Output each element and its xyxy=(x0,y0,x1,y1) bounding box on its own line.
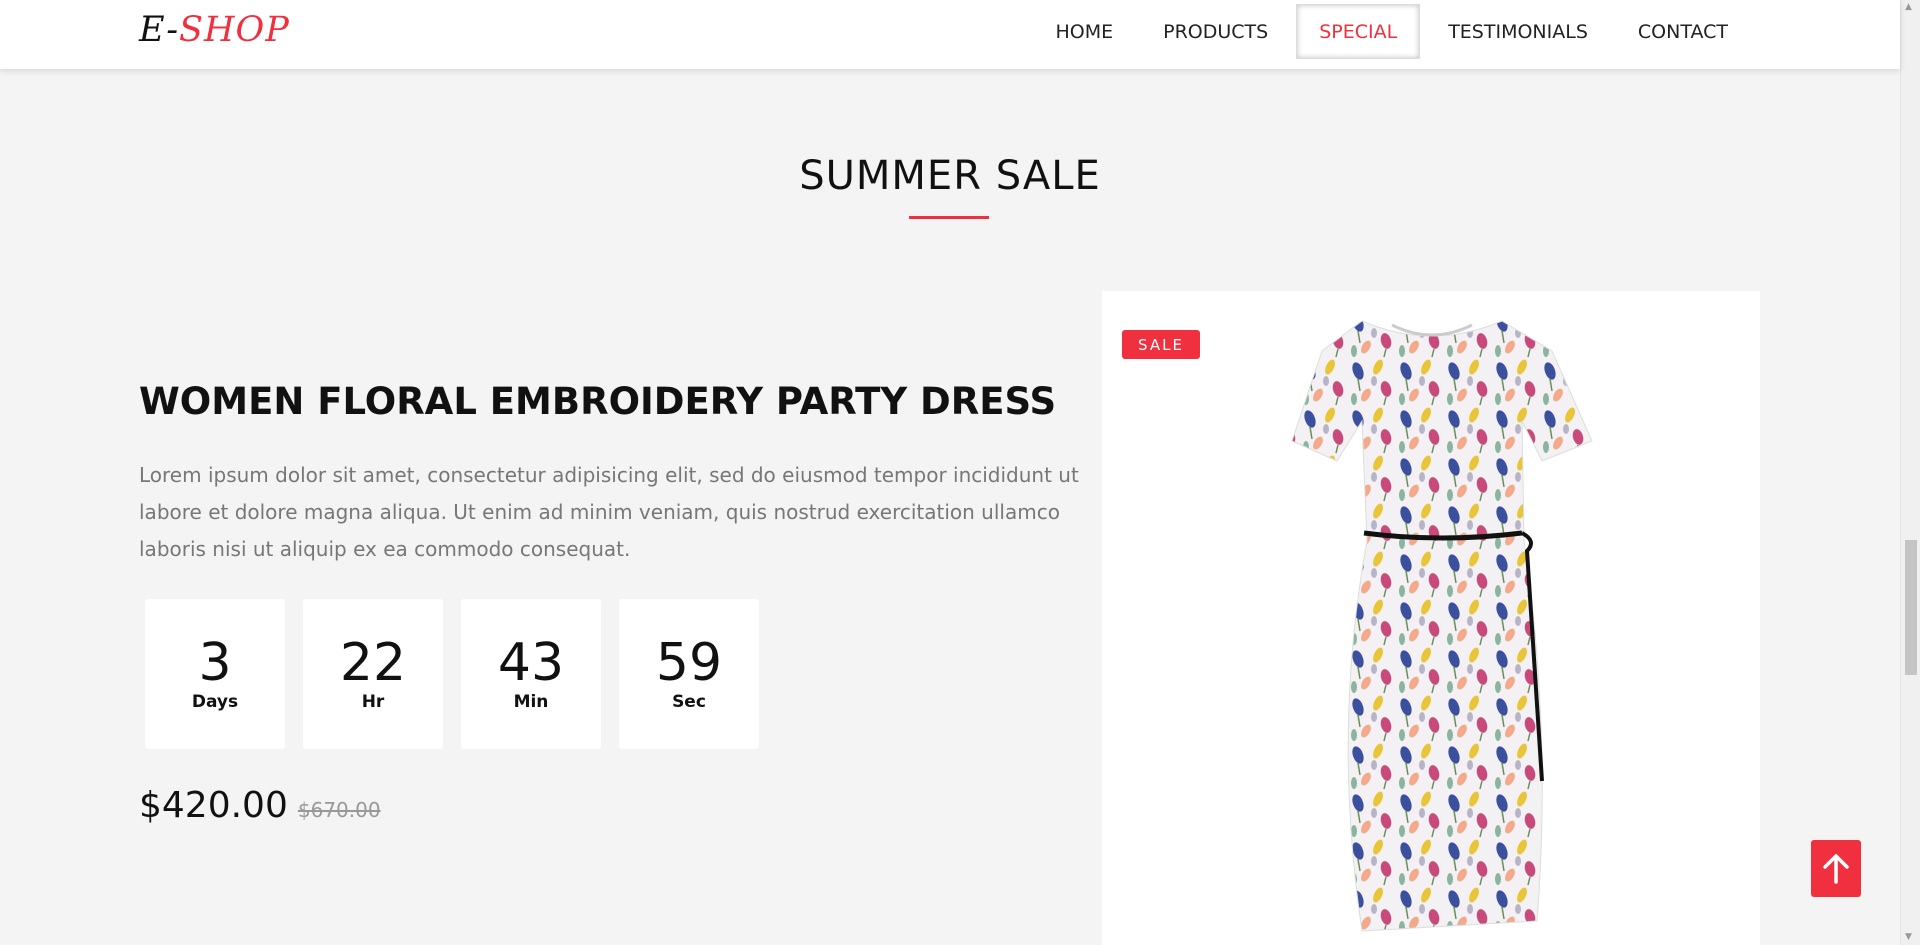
countdown-unit: Hr xyxy=(361,692,385,712)
current-price: $420.00 xyxy=(139,785,288,826)
sale-badge: SALE xyxy=(1122,330,1200,359)
arrow-up-icon xyxy=(1823,853,1849,884)
nav-special[interactable]: SPECIAL xyxy=(1296,4,1421,59)
title-underline xyxy=(909,216,989,219)
page-scrollbar[interactable]: ▲ ▼ xyxy=(1900,0,1920,945)
countdown-value: 59 xyxy=(655,633,723,693)
countdown-hours: 22 Hr xyxy=(303,599,443,749)
countdown-unit: Days xyxy=(191,692,239,712)
countdown-timer: 3 Days 22 Hr 43 Min 59 Sec xyxy=(145,599,759,749)
old-price: $670.00 xyxy=(297,798,381,822)
countdown-seconds: 59 Sec xyxy=(619,599,759,749)
nav-products[interactable]: PRODUCTS xyxy=(1141,4,1290,59)
price-row: $420.00 $670.00 xyxy=(139,785,381,826)
brand-accent: SHOP xyxy=(179,10,290,50)
scroll-up-arrow-icon[interactable]: ▲ xyxy=(1905,2,1912,12)
scroll-thumb[interactable] xyxy=(1905,540,1917,675)
nav-home[interactable]: HOME xyxy=(1033,4,1135,59)
section-title: SUMMER SALE xyxy=(799,153,1101,199)
brand-prefix: E- xyxy=(139,10,180,50)
product-description: Lorem ipsum dolor sit amet, consectetur … xyxy=(139,463,1079,561)
nav-testimonials[interactable]: TESTIMONIALS xyxy=(1426,4,1610,59)
nav-contact[interactable]: CONTACT xyxy=(1616,4,1750,59)
countdown-minutes: 43 Min xyxy=(461,599,601,749)
product-image-card[interactable]: SALE xyxy=(1102,291,1760,945)
back-to-top-button[interactable] xyxy=(1811,840,1861,897)
countdown-days: 3 Days xyxy=(145,599,285,749)
scroll-down-arrow-icon[interactable]: ▼ xyxy=(1905,932,1912,942)
countdown-value: 22 xyxy=(339,633,407,693)
navbar: E-SHOP HOME PRODUCTS SPECIAL TESTIMONIAL… xyxy=(0,0,1900,69)
product-name: WOMEN FLORAL EMBROIDERY PARTY DRESS xyxy=(139,380,1057,423)
brand-logo[interactable]: E-SHOP xyxy=(139,10,290,50)
countdown-value: 3 xyxy=(198,633,232,693)
main-nav: HOME PRODUCTS SPECIAL TESTIMONIALS CONTA… xyxy=(1033,4,1750,59)
countdown-value: 43 xyxy=(497,633,565,693)
countdown-unit: Min xyxy=(513,692,549,712)
countdown-unit: Sec xyxy=(672,692,706,712)
floral-dress-image xyxy=(1291,320,1593,932)
